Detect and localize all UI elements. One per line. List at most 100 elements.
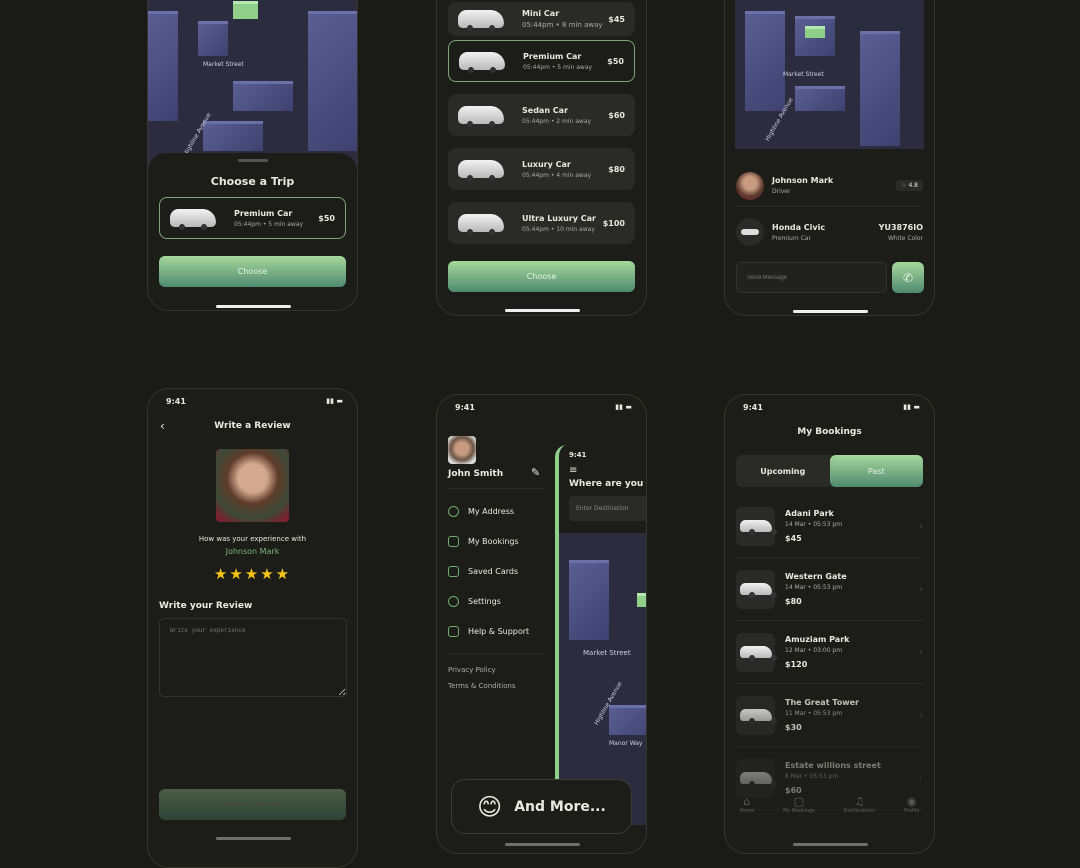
- trip-option[interactable]: Premium Car 05:44pm • 5 min away $50: [159, 197, 346, 239]
- status-bar: 9:41 ▮▮ ▬: [743, 403, 920, 412]
- user-avatar[interactable]: [448, 436, 476, 464]
- destination-input: Enter Destination: [569, 496, 646, 521]
- nav-notifications[interactable]: ♫ Notifications: [844, 795, 875, 814]
- car-eta: 05:44pm • 8 min away: [522, 21, 603, 29]
- car-icon: [458, 214, 504, 235]
- review-textarea[interactable]: [159, 618, 347, 697]
- car-list-screen: Mini Car 05:44pm • 8 min away $45 Premium …: [436, 0, 647, 316]
- home-indicator: [793, 843, 868, 846]
- star-icon: ☆: [901, 182, 907, 189]
- booking-time: 12 Mar • 03:00 pm: [785, 647, 843, 654]
- page-title: Write a Review: [214, 421, 291, 431]
- booking-item[interactable]: Western Gate 14 Mar • 05:53 pm $80 ›: [736, 558, 923, 621]
- call-button[interactable]: ✆: [892, 262, 924, 293]
- car-price: $50: [318, 213, 335, 223]
- privacy-policy-link[interactable]: Privacy Policy: [448, 666, 496, 674]
- menu-settings[interactable]: Settings: [448, 586, 529, 616]
- car-thumbnail: [736, 758, 778, 798]
- car-option[interactable]: Mini Car 05:44pm • 8 min away $45: [448, 2, 635, 36]
- car-name: Premium Car: [523, 51, 582, 61]
- building: [148, 11, 178, 121]
- submit-review-button[interactable]: Submit Review: [159, 789, 346, 820]
- divider: [448, 488, 544, 489]
- vehicle-plate: YU3876IO: [878, 222, 923, 232]
- menu-help-support[interactable]: Help & Support: [448, 616, 529, 646]
- terms-link[interactable]: Terms & Conditions: [448, 682, 516, 690]
- car-option[interactable]: Ultra Luxury Car 05:44pm • 10 min away $10…: [448, 202, 635, 244]
- edit-icon[interactable]: ✎: [531, 466, 540, 479]
- map-label: Market Street: [581, 649, 633, 657]
- chevron-right-icon: ›: [919, 772, 923, 784]
- side-menu-screen: 9:41 ▮▮ ▬ John Smith ✎ My Address My Book…: [436, 394, 647, 854]
- building: [805, 26, 825, 38]
- building: [795, 86, 845, 111]
- signal-battery-icon: ▮▮ ▬: [615, 403, 632, 411]
- booking-item[interactable]: Amuziam Park 12 Mar • 03:00 pm $120 ›: [736, 621, 923, 684]
- menu-saved-cards[interactable]: Saved Cards: [448, 556, 529, 586]
- car-option[interactable]: Luxury Car 05:44pm • 4 min away $80: [448, 148, 635, 190]
- and-more-badge: 😊 And More...: [451, 779, 632, 834]
- booking-time: 11 Mar • 05:53 pm: [785, 710, 843, 717]
- booking-price: $45: [785, 534, 802, 543]
- and-more-label: And More...: [514, 798, 606, 815]
- car-icon: [459, 52, 505, 73]
- chevron-right-icon: ›: [919, 520, 923, 532]
- support-icon: [448, 625, 459, 637]
- menu-my-bookings[interactable]: My Bookings: [448, 526, 529, 556]
- chevron-right-icon: ›: [919, 583, 923, 595]
- chevron-right-icon: ›: [919, 646, 923, 658]
- booking-item[interactable]: The Great Tower 11 Mar • 05:53 pm $30 ›: [736, 684, 923, 747]
- choose-trip-screen: Market Street Highline Avenue Choose a T…: [147, 0, 358, 311]
- phone-icon: ✆: [902, 270, 914, 285]
- booking-time: 14 Mar • 05:53 pm: [785, 584, 843, 591]
- choose-button[interactable]: Choose: [159, 256, 346, 287]
- building: [198, 21, 228, 56]
- booking-item[interactable]: Adani Park 14 Mar • 05:53 pm $45 ›: [736, 495, 923, 558]
- car-name: Ultra Luxury Car: [522, 213, 596, 223]
- status-bar: 9:41 ▮▮ ▬: [455, 403, 632, 412]
- choose-button[interactable]: Choose: [448, 261, 635, 292]
- car-icon: [458, 10, 504, 31]
- tab-past[interactable]: Past: [829, 455, 923, 487]
- vehicle-model: Honda Civic: [772, 222, 826, 232]
- car-price: $100: [602, 218, 625, 228]
- car-price: $45: [608, 14, 625, 24]
- map[interactable]: Market Street Highline Avenue: [148, 0, 357, 171]
- message-input[interactable]: [736, 262, 887, 293]
- signal-battery-icon: ▮▮ ▬: [326, 397, 343, 405]
- tab-upcoming[interactable]: Upcoming: [736, 455, 830, 487]
- divider: [448, 653, 544, 654]
- nav-profile[interactable]: ◉ Profile: [904, 795, 920, 814]
- map-label: Manor Way: [609, 740, 643, 747]
- nav-label: Notifications: [843, 808, 876, 814]
- menu-my-address[interactable]: My Address: [448, 496, 529, 526]
- home-indicator: [216, 305, 291, 308]
- car-option-selected[interactable]: Premium Car 05:44pm • 5 min away $50: [448, 40, 635, 82]
- driver-row: Johnson Mark Driver ☆ 4.8: [736, 165, 923, 207]
- car-thumbnail: [736, 506, 778, 546]
- car-price: $50: [607, 56, 624, 66]
- car-eta: 05:44pm • 5 min away: [234, 220, 304, 228]
- star-rating[interactable]: ★★★★★: [148, 565, 357, 583]
- car-name: Sedan Car: [522, 105, 569, 115]
- booking-place: The Great Tower: [785, 698, 859, 707]
- nav-home[interactable]: ⌂ Home: [739, 795, 754, 814]
- home-preview[interactable]: 9:41 ≡ Where are you Enter Destination M…: [555, 445, 646, 825]
- car-icon: [458, 106, 504, 127]
- car-option[interactable]: Sedan Car 05:44pm • 2 min away $60: [448, 94, 635, 136]
- car-icon: [458, 160, 504, 181]
- car-eta: 05:44pm • 10 min away: [522, 225, 595, 233]
- drag-handle[interactable]: [237, 159, 268, 162]
- page-title: My Bookings: [797, 427, 862, 437]
- status-time: 9:41: [743, 403, 763, 412]
- driver-photo: [216, 449, 289, 522]
- car-thumbnail: [736, 632, 778, 672]
- nav-my-bookings[interactable]: ▢ My Bookings: [783, 795, 815, 814]
- review-prompt: How was your experience with: [198, 535, 307, 543]
- vehicle-row: Honda Civic Premium Car YU3876IO White Col…: [736, 215, 923, 249]
- driver-avatar: [736, 171, 764, 200]
- map[interactable]: Market Street Highline Avenue: [735, 0, 924, 149]
- driver-name: Johnson Mark: [225, 547, 280, 556]
- menu-label: My Bookings: [468, 536, 519, 546]
- driver-role: Driver: [772, 188, 791, 195]
